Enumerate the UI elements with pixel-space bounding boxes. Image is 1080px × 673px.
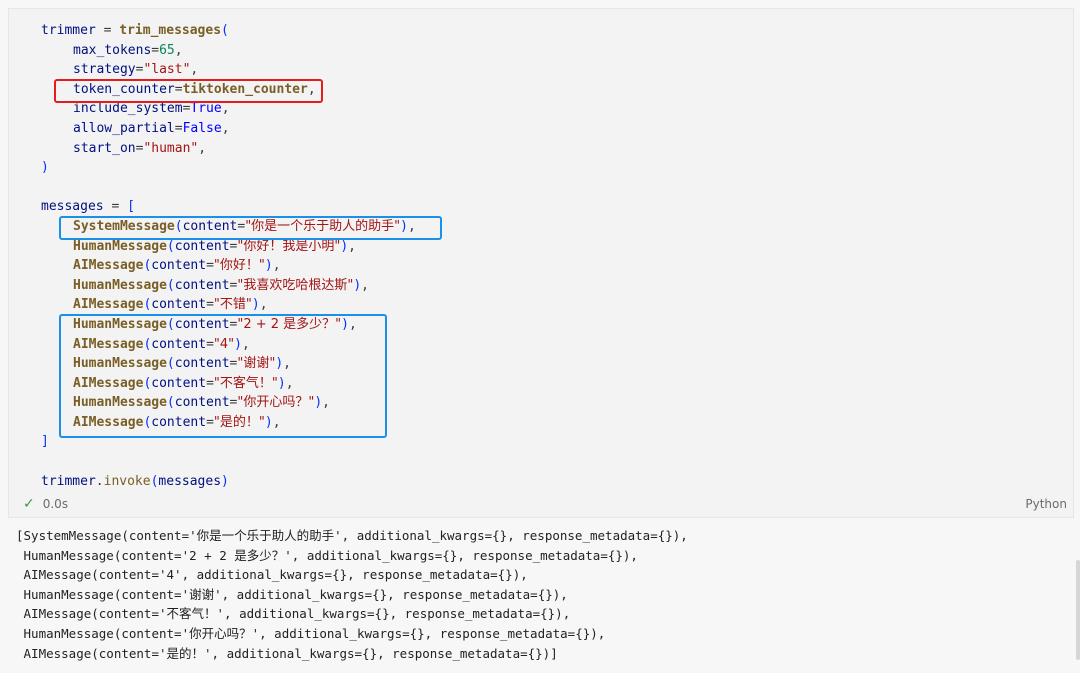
checkmark-icon: ✓	[23, 496, 35, 512]
system-message-highlight	[59, 216, 442, 240]
output-line: [SystemMessage(content='你是一个乐于助人的助手', ad…	[16, 528, 688, 543]
output-line: AIMessage(content='4', additional_kwargs…	[16, 567, 528, 583]
output-line: HumanMessage(content='你开心吗？', additional…	[16, 625, 606, 641]
function-name: trim_messages	[119, 23, 222, 38]
code-line-close: )	[41, 160, 49, 176]
message-class: AIMessage	[73, 297, 144, 313]
message-class: HumanMessage	[73, 277, 167, 293]
code-line-param: start_on="human",	[73, 140, 207, 156]
code-line-param: allow_partial=False,	[73, 120, 230, 136]
code-line-invoke: trimmer.invoke(messages)	[41, 473, 229, 489]
execution-time: 0.0s	[42, 497, 69, 511]
param-name: include_system	[73, 101, 183, 117]
scrollbar-thumb[interactable]	[1076, 560, 1080, 660]
code-line-messages-def: messages = [	[41, 199, 135, 215]
output-line: HumanMessage(content='2 + 2 是多少？', addit…	[16, 547, 638, 563]
param-name: strategy	[73, 62, 136, 78]
code-line-trimmer-def: trimmer = trim_messages(	[41, 23, 229, 38]
output-line: AIMessage(content='是的！', additional_kwar…	[16, 645, 558, 661]
code-line-message: AIMessage(content="你好！"),	[73, 258, 281, 274]
output-line: HumanMessage(content='谢谢', additional_kw…	[16, 586, 568, 602]
param-name: max_tokens	[73, 42, 152, 58]
variable-name: messages	[41, 199, 104, 215]
message-class: AIMessage	[73, 258, 144, 274]
param-name: allow_partial	[73, 120, 175, 136]
cell-output: [SystemMessage(content='你是一个乐于助人的助手', ad…	[16, 526, 688, 663]
code-line-message: AIMessage(content="不错"),	[73, 297, 268, 313]
code-cell[interactable]: trimmer = trim_messages( max_tokens=65,st…	[8, 8, 1074, 518]
variable-name: trimmer	[41, 23, 96, 38]
message-class: HumanMessage	[73, 238, 167, 254]
code-line-param: max_tokens=65,	[73, 42, 183, 58]
code-line-param: strategy="last",	[73, 62, 199, 78]
output-line: AIMessage(content='不客气！', additional_kwa…	[16, 606, 571, 622]
param-name: start_on	[73, 140, 136, 156]
cell-status: ✓ 0.0s	[23, 495, 68, 513]
code-line-message: HumanMessage(content="我喜欢吃哈根达斯"),	[73, 277, 369, 293]
token-counter-highlight	[54, 79, 323, 103]
cell-language[interactable]: Python	[1025, 497, 1067, 511]
kept-messages-highlight	[59, 314, 387, 438]
